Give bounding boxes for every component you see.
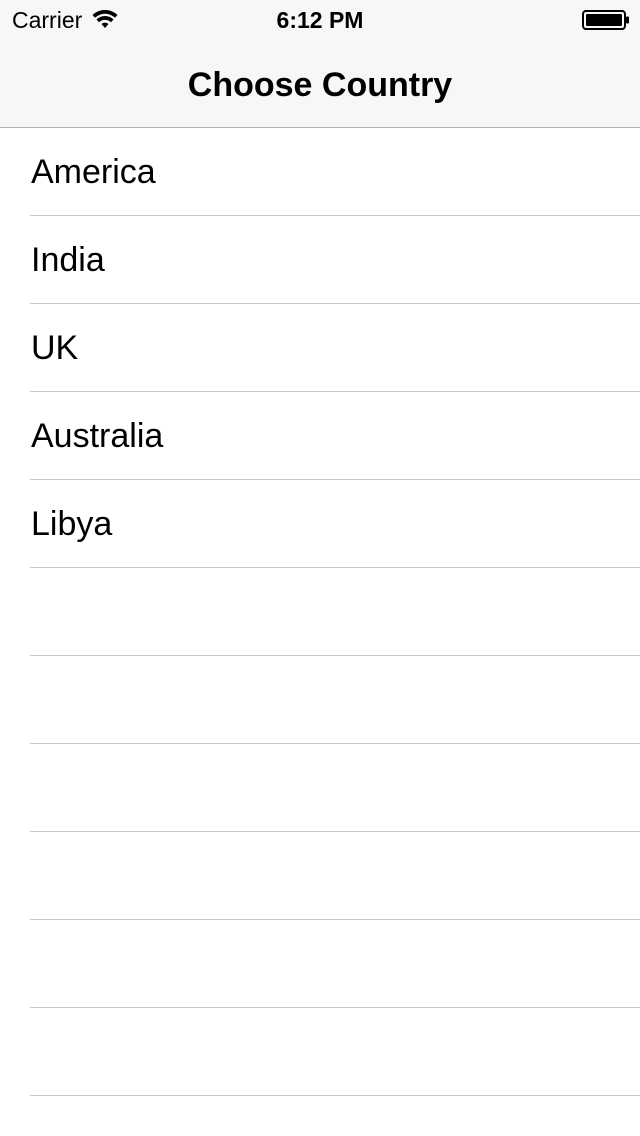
empty-row <box>0 832 640 920</box>
country-row[interactable]: America <box>0 128 640 216</box>
country-row[interactable]: India <box>0 216 640 304</box>
empty-row <box>0 568 640 656</box>
country-row[interactable]: UK <box>0 304 640 392</box>
country-row[interactable]: Libya <box>0 480 640 568</box>
country-label: India <box>31 241 105 279</box>
country-label: UK <box>31 329 79 367</box>
screen: Carrier 6:12 PM Choose Country America In… <box>0 0 640 1136</box>
status-bar: Carrier 6:12 PM <box>0 0 640 40</box>
empty-row <box>0 656 640 744</box>
navigation-bar: Carrier 6:12 PM Choose Country <box>0 0 640 128</box>
country-label: Libya <box>31 505 113 543</box>
country-row[interactable]: Australia <box>0 392 640 480</box>
country-label: America <box>31 153 156 191</box>
page-title: Choose Country <box>187 66 453 104</box>
battery-icon <box>582 10 629 30</box>
country-list: America India UK Australia Libya <box>0 128 640 1096</box>
empty-row <box>0 744 640 832</box>
country-label: Australia <box>31 417 164 455</box>
status-time: 6:12 PM <box>276 7 364 33</box>
empty-row <box>0 1008 640 1096</box>
empty-row <box>0 920 640 1008</box>
